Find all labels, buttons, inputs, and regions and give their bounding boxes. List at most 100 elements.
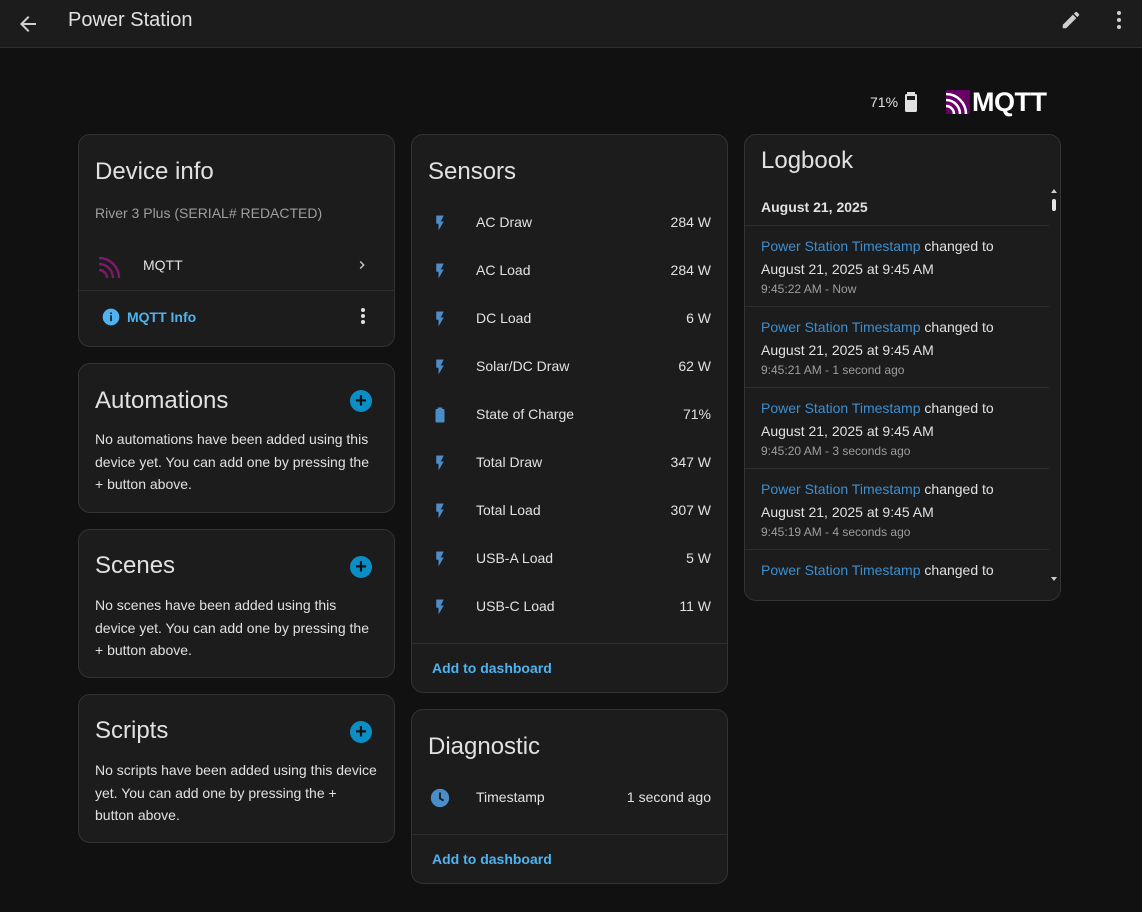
logbook-entry-message: Power Station Timestamp changed to <box>761 559 994 581</box>
logbook-entry: Power Station Timestamp changed to August… <box>745 468 1049 549</box>
battery-level-text: 71% <box>870 94 899 110</box>
integration-row[interactable]: MQTT <box>79 245 394 289</box>
plus-icon: + <box>355 720 367 743</box>
card-title: Automations <box>95 387 229 414</box>
entity-row[interactable]: AC Load 284 W <box>412 247 727 295</box>
back-button[interactable] <box>8 4 48 44</box>
entity-row[interactable]: Total Draw 347 W <box>412 439 727 487</box>
entity-row[interactable]: Timestamp 1 second ago <box>412 774 727 822</box>
chevron-right-icon <box>359 261 365 269</box>
entity-value: 307 W <box>670 502 711 518</box>
page-title: Power Station <box>68 9 193 31</box>
entity-value: 5 W <box>686 550 711 566</box>
entity-name: DC Load <box>476 310 532 326</box>
battery-indicator[interactable]: 71% <box>870 86 920 118</box>
automations-card: Automations + No automations have been a… <box>78 363 395 513</box>
logbook-entry-message: Power Station Timestamp changed to <box>761 235 994 257</box>
scroll-up-arrow[interactable] <box>1051 189 1057 193</box>
logbook-entry: Power Station Timestamp changed toAugust… <box>745 306 1049 387</box>
logbook-entity-link[interactable]: Power Station Timestamp <box>761 238 921 254</box>
dots-vertical-icon <box>1117 11 1121 29</box>
entity-value: 284 W <box>670 262 711 278</box>
logbook-action-text: changed to <box>920 562 994 578</box>
logbook-entry: Power Station Timestamp changed toAugust… <box>745 549 1049 587</box>
scroll-thumb[interactable] <box>1052 199 1056 211</box>
edit-button[interactable] <box>1051 0 1091 40</box>
info-icon <box>102 308 120 326</box>
automations-empty-text: No automations have been added using thi… <box>95 431 369 492</box>
add-scene-button[interactable]: + <box>350 556 372 578</box>
add-to-dashboard-button[interactable]: Add to dashboard <box>432 851 552 867</box>
dots-vertical-icon[interactable] <box>360 307 366 325</box>
device-model: River 3 Plus (SERIAL# REDACTED) <box>95 205 323 221</box>
logbook-action-text: changed to <box>920 400 994 416</box>
card-title: Device info <box>95 158 214 185</box>
flash-icon <box>428 259 452 283</box>
mqtt-logo-text: MQTT <box>972 87 1047 117</box>
logbook-entry: Power Station Timestamp changed toAugust… <box>745 387 1049 468</box>
logbook-time-text: 9:45:21 AM - 1 second ago <box>761 363 905 377</box>
logbook-time-text: 9:45:22 AM - Now <box>761 282 857 296</box>
pencil-icon <box>1062 11 1080 29</box>
entity-name: Total Load <box>476 502 541 518</box>
card-title: Scripts <box>95 717 169 744</box>
add-automation-button[interactable]: + <box>350 390 372 412</box>
logbook-entity-link[interactable]: Power Station Timestamp <box>761 319 921 335</box>
card-title: Sensors <box>428 158 517 185</box>
logbook-entry-message: Power Station Timestamp changed to <box>761 316 994 338</box>
entity-row[interactable]: DC Load 6 W <box>412 295 727 343</box>
scripts-card: Scripts + No scripts have been added usi… <box>78 694 395 843</box>
more-options-button[interactable] <box>1099 0 1139 40</box>
card-title: Diagnostic <box>428 733 541 760</box>
scripts-empty-text: No scripts have been added using this de… <box>95 762 377 823</box>
logbook-entity-link[interactable]: Power Station Timestamp <box>761 481 921 497</box>
device-info-card: Device info River 3 Plus (SERIAL# REDACT… <box>78 134 395 347</box>
flash-icon <box>428 355 452 379</box>
logbook-entity-link[interactable]: Power Station Timestamp <box>761 400 921 416</box>
entity-row[interactable]: State of Charge 71% <box>412 391 727 439</box>
mqtt-logo-icon <box>99 256 121 278</box>
flash-icon <box>428 595 452 619</box>
entity-row[interactable]: USB-C Load 11 W <box>412 583 727 631</box>
add-to-dashboard-button[interactable]: Add to dashboard <box>432 660 552 676</box>
entity-name: State of Charge <box>476 406 575 422</box>
add-script-button[interactable]: + <box>350 721 372 743</box>
logbook-time-text: 9:45:20 AM - 3 seconds ago <box>761 444 911 458</box>
logbook-scrollbar[interactable] <box>1050 187 1058 587</box>
logbook-time-text: 9:45:19 AM - 4 seconds ago <box>761 525 911 539</box>
flash-icon <box>428 211 452 235</box>
entity-value: 6 W <box>686 310 711 326</box>
entity-value: 11 W <box>679 598 711 614</box>
entity-name: AC Draw <box>476 214 533 230</box>
divider <box>412 643 727 644</box>
scenes-empty-text: No scenes have been added using this dev… <box>95 597 369 658</box>
card-title: Scenes <box>95 552 176 579</box>
logbook-entry-message: Power Station Timestamp changed to <box>761 478 994 500</box>
entity-row[interactable]: Total Load 307 W <box>412 487 727 535</box>
flash-icon <box>428 307 452 331</box>
entity-value: 71% <box>682 406 711 422</box>
plus-icon: + <box>355 555 367 578</box>
logbook-state-text: August 21, 2025 at 9:45 AM <box>761 504 934 520</box>
entity-value: 1 second ago <box>626 789 711 805</box>
entity-row[interactable]: USB-A Load 5 W <box>412 535 727 583</box>
entity-name: USB-A Load <box>476 550 554 566</box>
logbook-action-text: changed to <box>920 481 994 497</box>
flash-icon <box>428 451 452 475</box>
entity-value: 62 W <box>678 358 711 374</box>
integration-name: MQTT <box>143 257 183 273</box>
plus-icon: + <box>355 389 367 412</box>
integration-logo: MQTT <box>946 87 1047 117</box>
logbook-state-text: August 21, 2025 at 9:45 AM <box>761 582 934 587</box>
entity-name: Solar/DC Draw <box>476 358 570 374</box>
entity-value: 347 W <box>670 454 711 470</box>
clock-icon <box>428 786 452 810</box>
entity-name: Total Draw <box>476 454 543 470</box>
scroll-down-arrow[interactable] <box>1051 577 1057 581</box>
mqtt-info-link[interactable]: MQTT Info <box>101 307 196 327</box>
entity-row[interactable]: Solar/DC Draw 62 W <box>412 343 727 391</box>
logbook-entry: Power Station Timestamp changed toAugust… <box>745 225 1049 306</box>
logbook-entity-link[interactable]: Power Station Timestamp <box>761 562 921 578</box>
entity-row[interactable]: AC Draw 284 W <box>412 199 727 247</box>
logbook-list[interactable]: Power Station Timestamp changed to August… <box>745 225 1049 587</box>
